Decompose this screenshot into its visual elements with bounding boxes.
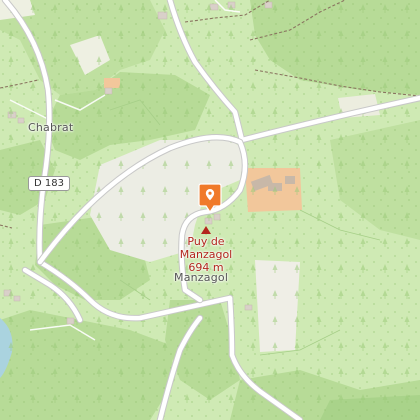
peak-name-line1: Puy de — [187, 235, 225, 248]
peak-name-line2: Manzagol — [179, 248, 233, 261]
peak-icon — [201, 226, 211, 234]
road-ref-label: D 183 — [28, 176, 70, 191]
peak-elevation: 694 m — [188, 261, 224, 274]
place-label-chabrat[interactable]: Chabrat — [28, 121, 73, 134]
location-pin-icon[interactable] — [198, 182, 222, 214]
map-viewport[interactable]: Chabrat Manzagol D 183 Puy de Manzagol 6… — [0, 0, 420, 420]
peak-label[interactable]: Puy de Manzagol 694 m — [176, 226, 236, 274]
